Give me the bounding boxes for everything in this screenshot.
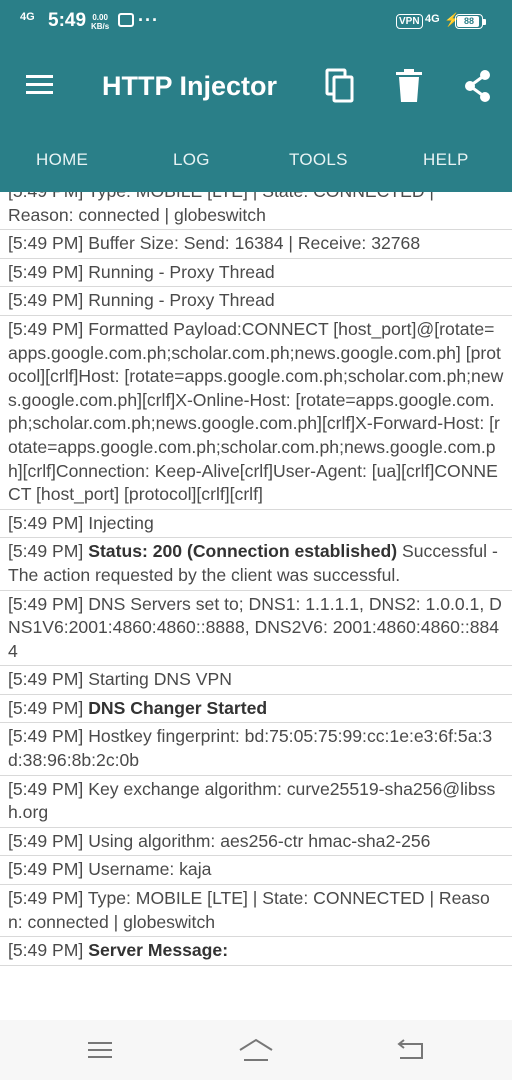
log-message: DNS Servers set to; DNS1: 1.1.1.1, DNS2:… [8,593,502,661]
tab-help[interactable]: HELP [423,150,469,170]
log-entry: [5:49 PM] Status: 200 (Connection establ… [0,538,512,591]
log-timestamp: [5:49 PM] [8,830,84,851]
app-title: HTTP Injector [102,71,278,101]
log-message: Running - Proxy Thread [88,261,275,282]
tab-tools[interactable]: TOOLS [289,150,348,170]
log-timestamp: [5:49 PM] [8,697,84,718]
log-entry: [5:49 PM] Running - Proxy Thread [0,287,512,316]
network-indicator-right: 4G [425,13,440,25]
log-entry: [5:49 PM] Type: MOBILE [LTE] | State: CO… [0,192,512,231]
tab-log[interactable]: LOG [173,150,210,170]
log-entry-cut-line: [5:49 PM] Type: MOBILE [LTE] | State: CO… [8,192,504,204]
share-icon[interactable] [460,66,496,106]
log-entry: [5:49 PM] Formatted Payload:CONNECT [hos… [0,316,512,510]
log-emphasis: Server Message: [88,940,229,961]
log-timestamp: [5:49 PM] [8,233,84,254]
network-speed-unit: KB/s [91,22,110,31]
log-timestamp: [5:49 PM] [8,778,84,799]
log-message: Running - Proxy Thread [88,290,275,311]
system-nav-bar [0,1020,512,1080]
log-entry: [5:49 PM] Server Message: [0,937,512,966]
back-icon[interactable] [396,1036,426,1069]
log-emphasis: Status: 200 (Connection established) [88,541,398,562]
recents-icon[interactable] [86,1036,114,1069]
log-entry: [5:49 PM] Injecting [0,510,512,539]
log-timestamp: [5:49 PM] [8,318,84,339]
more-notifications-icon: ··· [138,10,159,30]
log-entry: [5:49 PM] Type: MOBILE [LTE] | State: CO… [0,885,512,938]
log-timestamp: [5:49 PM] [8,261,84,282]
log-timestamp: [5:49 PM] [8,593,84,614]
log-emphasis: DNS Changer Started [88,697,268,718]
log-timestamp: [5:49 PM] [8,859,84,880]
log-timestamp: [5:49 PM] [8,512,84,533]
log-entry: [5:49 PM] Starting DNS VPN [0,666,512,695]
log-timestamp: [5:49 PM] [8,940,84,961]
log-entry: [5:49 PM] Buffer Size: Send: 16384 | Rec… [0,230,512,259]
network-speed-value: 0.00 [92,13,108,22]
app-bar: HTTP Injector [0,44,512,128]
log-entry: [5:49 PM] DNS Changer Started [0,695,512,724]
status-bar: 4G 5:49 0.00 KB/s ··· VPN 4G ⚡ 88 [0,0,512,44]
log-entry: [5:49 PM] Key exchange algorithm: curve2… [0,776,512,828]
tab-bar: HOME LOG TOOLS HELP [0,128,512,196]
log-message: Starting DNS VPN [88,669,232,690]
network-indicator-left: 4G [20,11,35,23]
tab-home[interactable]: HOME [36,150,88,170]
log-message: Injecting [88,512,154,533]
home-icon[interactable] [238,1036,274,1069]
log-entry-text: Reason: connected | globeswitch [8,204,266,225]
log-message: Using algorithm: aes256-ctr hmac-sha2-25… [88,830,431,851]
log-entry: [5:49 PM] Using algorithm: aes256-ctr hm… [0,828,512,857]
message-notification-icon [118,13,134,27]
hamburger-menu-icon[interactable] [26,74,54,96]
log-timestamp: [5:49 PM] [8,541,84,562]
network-speed: 0.00 KB/s [91,13,109,31]
log-message: Formatted Payload:CONNECT [host_port]@[r… [8,318,504,505]
log-timestamp: [5:49 PM] [8,669,84,690]
battery-nub [483,19,486,25]
log-entry: [5:49 PM] DNS Servers set to; DNS1: 1.1.… [0,591,512,667]
log-list[interactable]: [5:49 PM] Type: MOBILE [LTE] | State: CO… [0,192,512,1020]
battery-level: 88 [463,16,474,26]
battery-icon: 88 [455,14,483,29]
log-message: Buffer Size: Send: 16384 | Receive: 3276… [88,233,421,254]
log-entry: [5:49 PM] Username: kaja [0,856,512,886]
status-time: 5:49 [48,10,87,31]
vpn-badge: VPN [396,14,423,29]
log-entry: [5:49 PM] Running - Proxy Thread [0,259,512,288]
log-timestamp: [5:49 PM] [8,888,84,909]
log-message: Username: kaja [88,859,212,880]
log-timestamp: [5:49 PM] [8,290,84,311]
log-timestamp: [5:49 PM] [8,726,84,747]
trash-icon[interactable] [391,66,427,106]
copy-icon[interactable] [322,66,358,106]
log-entry: [5:49 PM] Hostkey fingerprint: bd:75:05:… [0,723,512,776]
